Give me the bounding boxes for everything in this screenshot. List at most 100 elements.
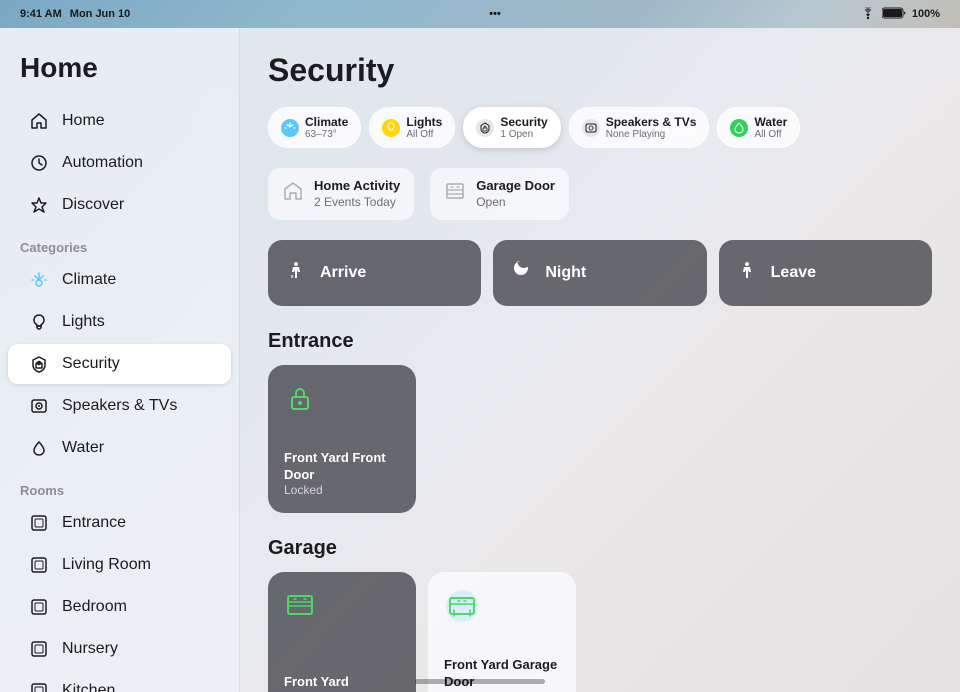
night-scene-button[interactable]: Night <box>493 240 706 306</box>
front-yard-closed-info: Front Yard Closed <box>284 674 400 692</box>
category-tabs: Climate 63–73° Lights All Off <box>268 107 932 148</box>
sidebar-item-water[interactable]: Water <box>8 428 231 468</box>
tab-climate[interactable]: Climate 63–73° <box>268 107 361 148</box>
leave-icon <box>735 258 759 288</box>
garage-door-icon <box>444 180 466 208</box>
water-tab-icon <box>730 119 748 137</box>
home-activity-card[interactable]: Home Activity 2 Events Today <box>268 168 414 220</box>
garage-door-label: Garage Door <box>476 178 555 195</box>
entrance-section-title: Entrance <box>268 330 932 353</box>
battery-icon <box>882 7 906 22</box>
sidebar-home-label: Home <box>62 112 105 130</box>
night-label: Night <box>545 264 586 282</box>
lights-tab-icon <box>382 119 400 137</box>
sidebar-item-nursery[interactable]: Nursery <box>8 629 231 669</box>
sidebar-living-room-label: Living Room <box>62 556 151 574</box>
sidebar-item-home[interactable]: Home <box>8 101 231 141</box>
sidebar-bedroom-label: Bedroom <box>62 598 127 616</box>
battery-percent: 100% <box>912 8 940 20</box>
lights-icon <box>28 311 50 333</box>
home-activity-sub: 2 Events Today <box>314 195 400 211</box>
discover-icon <box>28 194 50 216</box>
home-activity-text: Home Activity 2 Events Today <box>314 178 400 210</box>
arrive-label: Arrive <box>320 264 366 282</box>
front-door-status: Locked <box>284 483 400 497</box>
entrance-room-icon <box>28 512 50 534</box>
automation-icon <box>28 152 50 174</box>
sidebar-item-living-room[interactable]: Living Room <box>8 545 231 585</box>
main-content: Security Climate 63–73° <box>240 28 960 692</box>
front-yard-garage-info: Front Yard Garage Door Open <box>444 657 560 692</box>
tab-water[interactable]: Water All Off <box>717 107 800 148</box>
sidebar-nursery-label: Nursery <box>62 640 118 658</box>
sidebar-security-label: Security <box>62 355 120 373</box>
lights-tab-sub: All Off <box>406 129 442 140</box>
sidebar-item-speakers[interactable]: Speakers & TVs <box>8 386 231 426</box>
bedroom-icon <box>28 596 50 618</box>
categories-label: Categories <box>0 226 239 259</box>
climate-tab-label: Climate 63–73° <box>305 115 348 140</box>
tab-security[interactable]: Security 1 Open <box>463 107 560 148</box>
front-yard-closed-card[interactable]: Front Yard Closed <box>268 572 416 692</box>
garage-door-sub: Open <box>476 195 555 211</box>
arrive-scene-button[interactable]: Arrive <box>268 240 481 306</box>
wifi-icon <box>860 7 876 22</box>
speakers-tab-icon <box>582 119 600 137</box>
front-yard-front-door-card[interactable]: Front Yard Front Door Locked <box>268 365 416 513</box>
security-tab-label: Security 1 Open <box>500 115 547 140</box>
app-container: Home Home Automation <box>0 28 960 692</box>
sidebar-entrance-label: Entrance <box>62 514 126 532</box>
status-bar: 9:41 AM Mon Jun 10 ••• 100% <box>0 0 960 28</box>
climate-tab-sub: 63–73° <box>305 129 348 140</box>
sidebar-item-kitchen[interactable]: Kitchen <box>8 671 231 692</box>
sidebar-discover-label: Discover <box>62 196 124 214</box>
status-time: 9:41 AM <box>20 8 62 20</box>
speakers-icon <box>28 395 50 417</box>
tab-speakers[interactable]: Speakers & TVs None Playing <box>569 107 710 148</box>
tab-lights[interactable]: Lights All Off <box>369 107 455 148</box>
sidebar-climate-label: Climate <box>62 271 116 289</box>
sidebar-item-bedroom[interactable]: Bedroom <box>8 587 231 627</box>
sidebar-automation-label: Automation <box>62 154 143 172</box>
status-date: Mon Jun 10 <box>70 8 131 20</box>
front-yard-closed-name: Front Yard <box>284 674 400 691</box>
page-title: Security <box>268 52 932 89</box>
living-room-icon <box>28 554 50 576</box>
sidebar-item-security[interactable]: Security <box>8 344 231 384</box>
front-yard-garage-door-card[interactable]: Front Yard Garage Door Open <box>428 572 576 692</box>
sidebar-item-lights[interactable]: Lights <box>8 302 231 342</box>
sidebar-water-label: Water <box>62 439 104 457</box>
rooms-label: Rooms <box>0 469 239 502</box>
climate-tab-icon <box>281 119 299 137</box>
home-activity-label: Home Activity <box>314 178 400 195</box>
lights-tab-label: Lights All Off <box>406 115 442 140</box>
water-tab-label: Water All Off <box>754 115 787 140</box>
front-door-name: Front Yard Front Door <box>284 450 400 484</box>
garage-device-grid: Front Yard Closed Front Yard Garage Door <box>268 572 932 692</box>
security-tab-icon <box>476 119 494 137</box>
leave-scene-button[interactable]: Leave <box>719 240 932 306</box>
garage-door-card[interactable]: Garage Door Open <box>430 168 569 220</box>
security-icon <box>28 353 50 375</box>
sidebar-item-climate[interactable]: Climate <box>8 260 231 300</box>
garage-door-text: Garage Door Open <box>476 178 555 210</box>
entrance-device-grid: Front Yard Front Door Locked <box>268 365 932 513</box>
status-bar-left: 9:41 AM Mon Jun 10 <box>20 8 130 20</box>
water-tab-sub: All Off <box>754 129 787 140</box>
sidebar-item-discover[interactable]: Discover <box>8 185 231 225</box>
sidebar-item-automation[interactable]: Automation <box>8 143 231 183</box>
speakers-tab-sub: None Playing <box>606 129 697 140</box>
scenes-row: Arrive Night Leave <box>268 240 932 306</box>
sidebar-item-entrance[interactable]: Entrance <box>8 503 231 543</box>
water-tab-name: Water <box>754 115 787 129</box>
climate-tab-name: Climate <box>305 115 348 129</box>
home-activity-icon <box>282 180 304 208</box>
sidebar-speakers-label: Speakers & TVs <box>62 397 177 415</box>
front-door-info: Front Yard Front Door Locked <box>284 450 400 498</box>
night-icon <box>509 258 533 288</box>
climate-icon <box>28 269 50 291</box>
arrive-icon <box>284 258 308 288</box>
info-row: Home Activity 2 Events Today Garage Door… <box>268 168 932 220</box>
sidebar-title: Home <box>0 52 239 100</box>
garage-door-card-name: Front Yard Garage Door <box>444 657 560 691</box>
